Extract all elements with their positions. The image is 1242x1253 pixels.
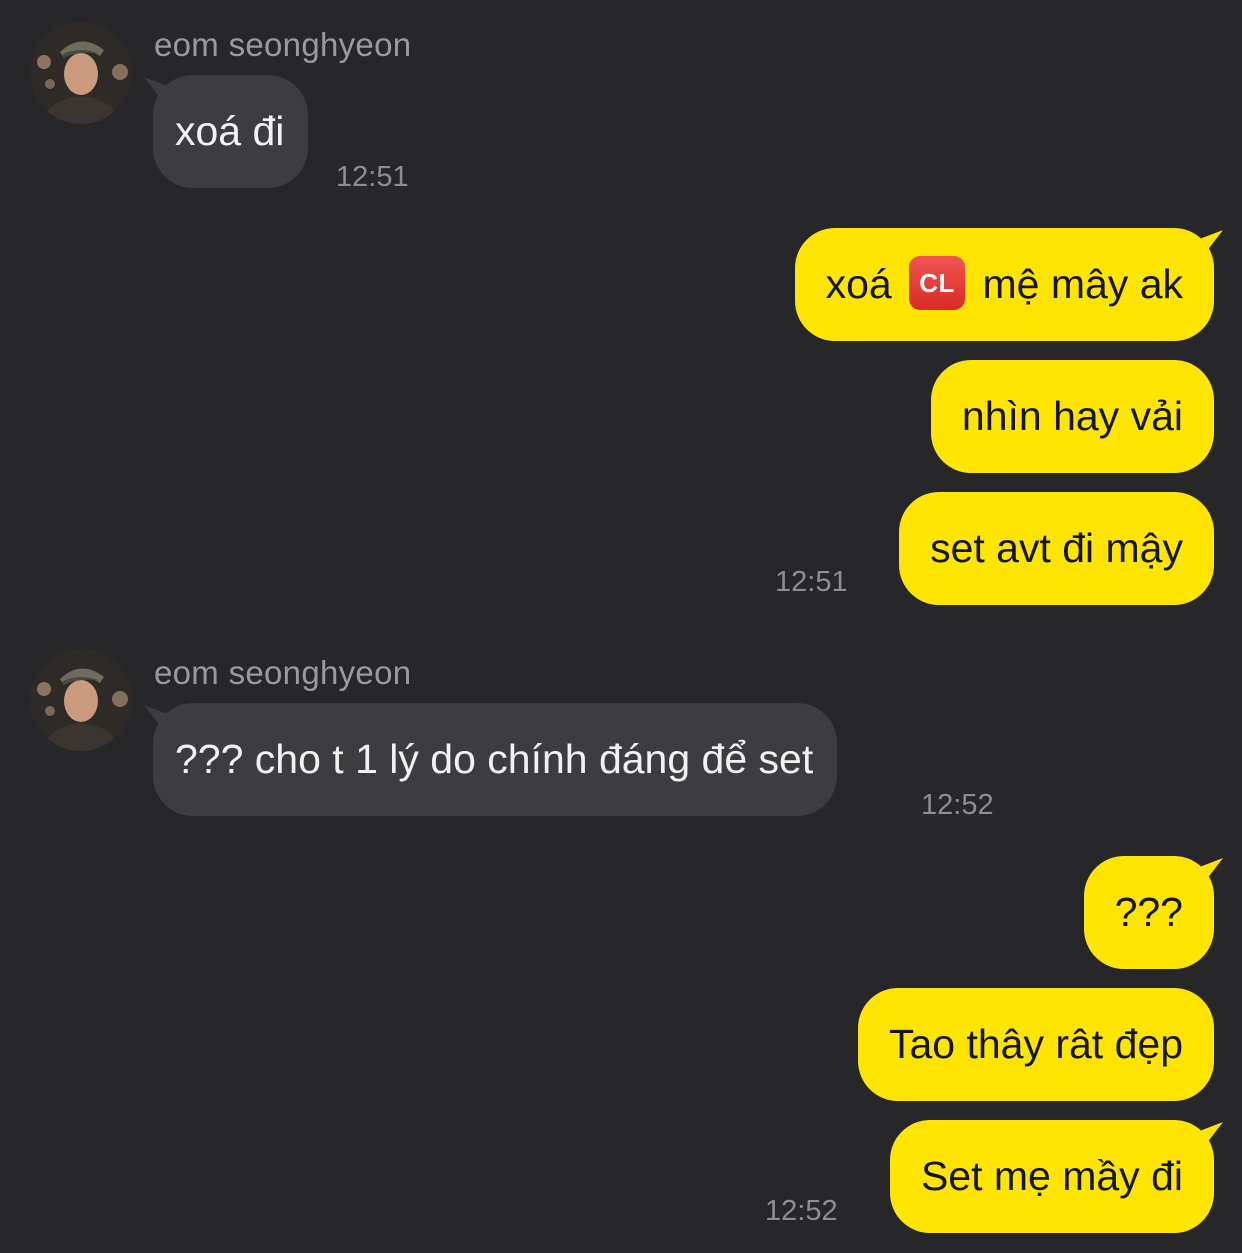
- message-timestamp: 12:51: [336, 161, 409, 193]
- message-bubble-outgoing[interactable]: nhìn hay vải: [930, 360, 1214, 473]
- bubble-tail-icon: [144, 705, 170, 731]
- message-text: nhìn hay vải: [961, 393, 1183, 439]
- contact-avatar[interactable]: [30, 649, 132, 751]
- bubble-tail-icon: [1197, 230, 1223, 256]
- message-bubble-outgoing[interactable]: set avt đi mậy: [899, 492, 1214, 605]
- bubble-tail-icon: [1197, 858, 1223, 884]
- message-text: set avt đi mậy: [930, 525, 1183, 571]
- bubble-tail-icon: [1197, 1122, 1223, 1148]
- contact-avatar[interactable]: [30, 22, 132, 124]
- message-timestamp: 12:51: [775, 566, 848, 598]
- message-bubble-outgoing[interactable]: xoá CL mệ mây ak: [794, 228, 1223, 341]
- message-text: Set mẹ mầy đi: [920, 1153, 1183, 1199]
- message-text: xoá: [825, 261, 892, 307]
- bubble-tail-icon: [144, 77, 170, 103]
- message-text: xoá đi: [175, 108, 285, 154]
- profile-photo-icon: [30, 649, 132, 751]
- message-bubble-incoming[interactable]: xoá đi: [144, 75, 309, 188]
- message-text: Tao thây rât đẹp: [888, 1021, 1183, 1067]
- message-timestamp: 12:52: [921, 789, 994, 821]
- profile-photo-icon: [30, 22, 132, 124]
- message-text: mệ mây ak: [982, 261, 1184, 307]
- message-bubble-incoming[interactable]: ??? cho t 1 lý do chính đáng để set: [144, 703, 838, 816]
- cl-emoji-icon: CL: [909, 256, 966, 311]
- message-text: ???: [1114, 889, 1183, 935]
- message-bubble-outgoing[interactable]: Set mẹ mầy đi: [889, 1120, 1223, 1233]
- message-text: ??? cho t 1 lý do chính đáng để set: [175, 736, 814, 782]
- sender-name: eom seonghyeon: [154, 654, 412, 691]
- message-timestamp: 12:52: [765, 1195, 838, 1227]
- message-bubble-outgoing[interactable]: ???: [1083, 856, 1223, 969]
- message-bubble-outgoing[interactable]: Tao thây rât đẹp: [857, 988, 1214, 1101]
- sender-name: eom seonghyeon: [154, 26, 412, 63]
